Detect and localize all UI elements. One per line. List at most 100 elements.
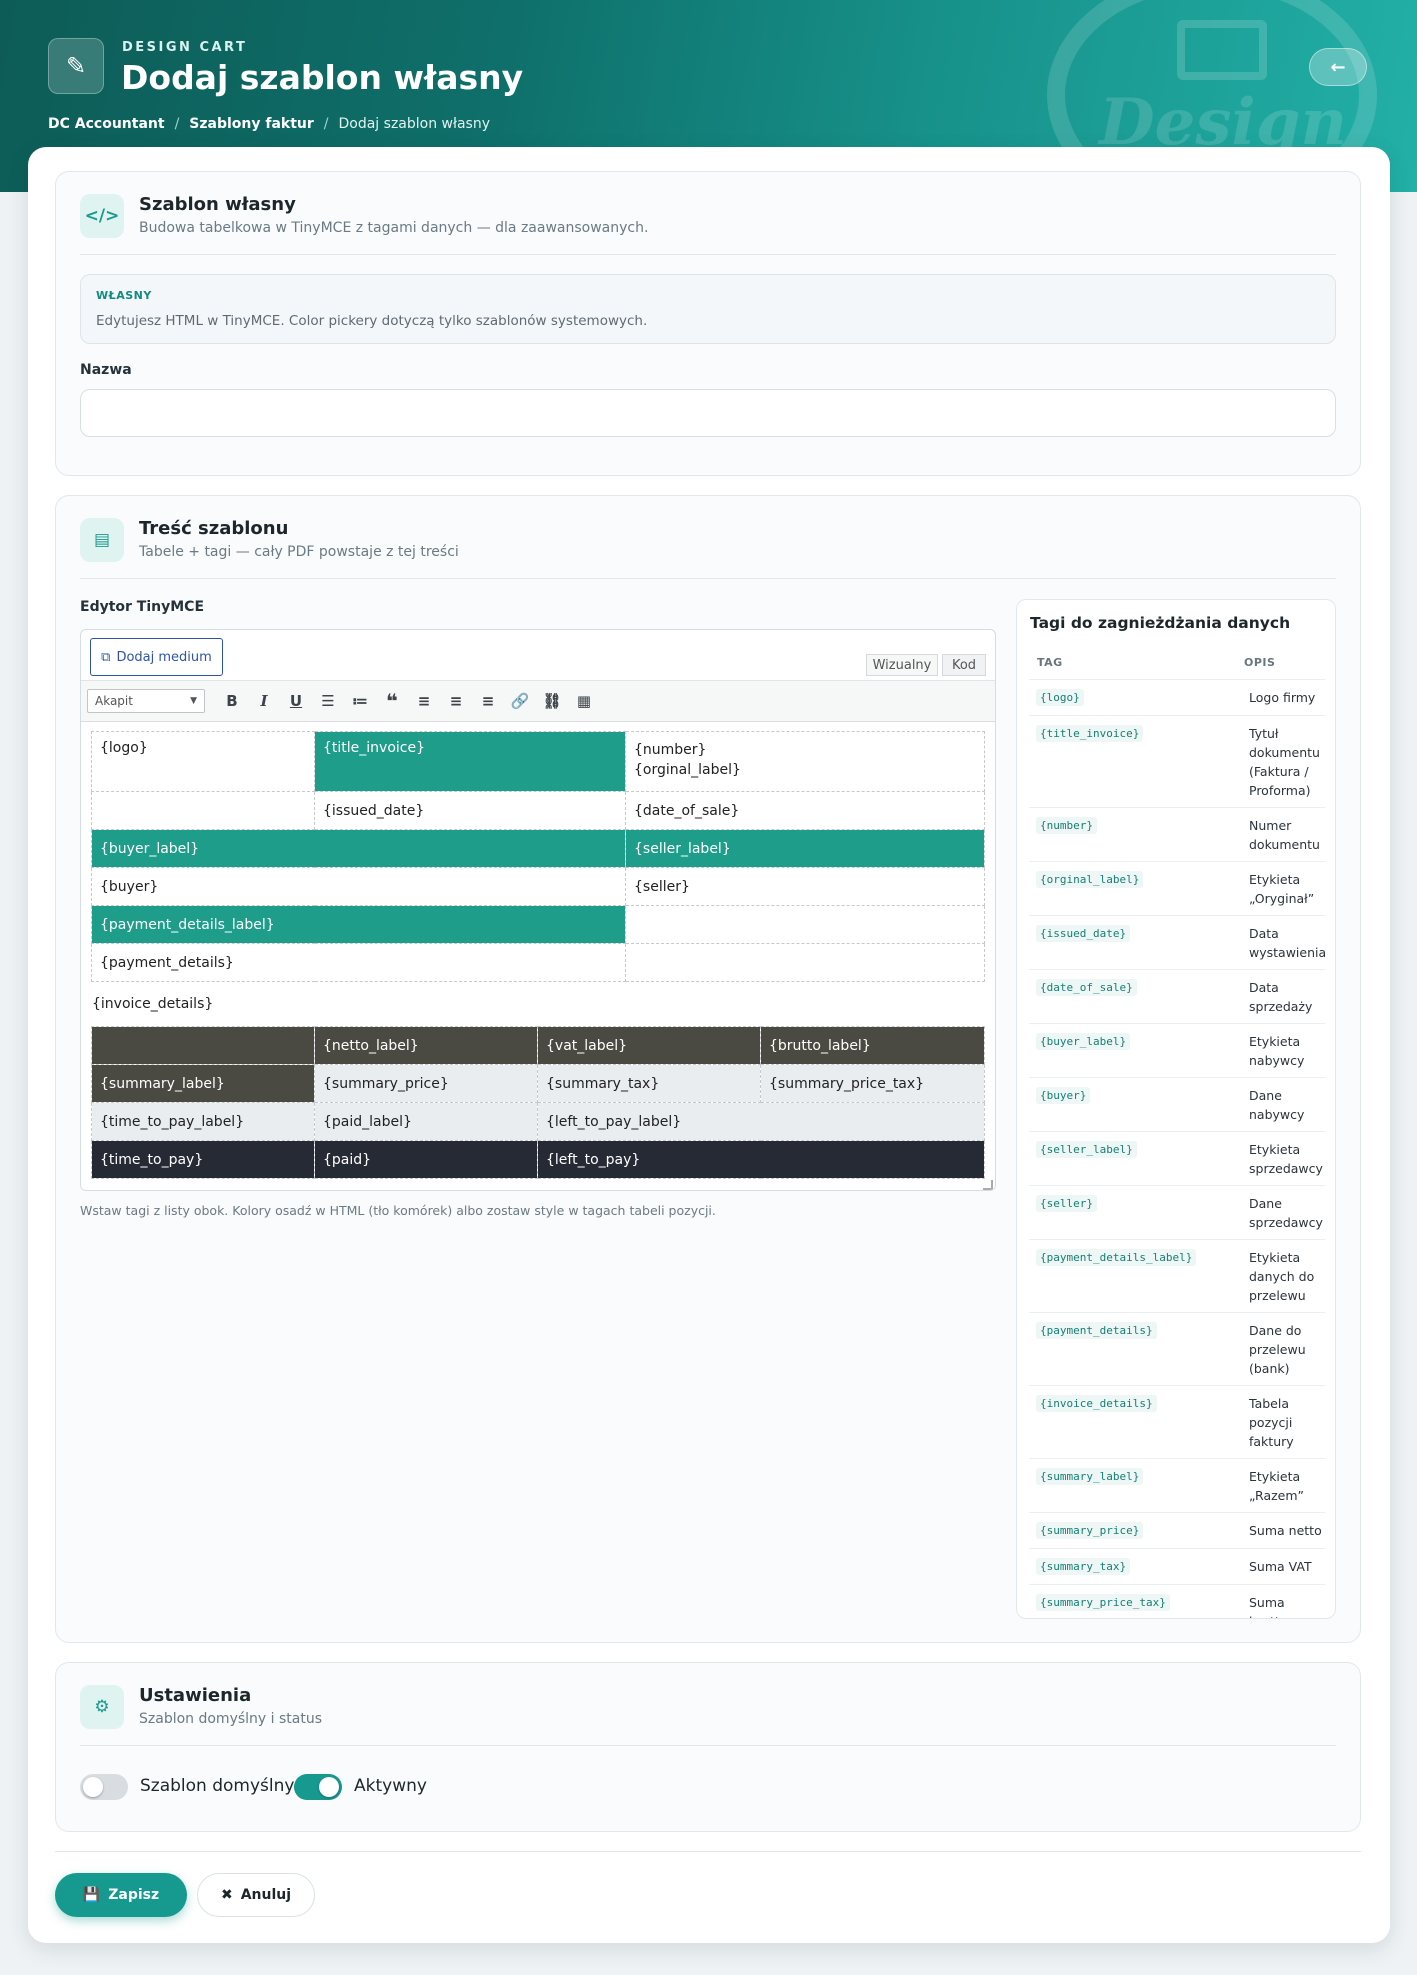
tag-code[interactable]: {summary_price} (1036, 1522, 1144, 1539)
cell-empty[interactable] (625, 905, 985, 944)
cell-seller-label[interactable]: {seller_label} (625, 829, 985, 868)
tag-row[interactable]: {orginal_label} Etykieta „Oryginał” (1029, 861, 1325, 915)
cell-buyer[interactable]: {buyer} (91, 867, 626, 906)
cell-paid-label[interactable]: {paid_label} (314, 1102, 538, 1141)
tag-row[interactable]: {date_of_sale} Data sprzedaży (1029, 969, 1325, 1023)
tag-row[interactable]: {title_invoice} Tytuł dokumentu (Faktura … (1029, 715, 1325, 807)
cell-empty[interactable] (625, 943, 985, 982)
tag-code[interactable]: {seller_label} (1036, 1141, 1137, 1158)
tag-code[interactable]: {logo} (1036, 689, 1084, 706)
breadcrumb-dc-accountant[interactable]: DC Accountant (48, 116, 165, 132)
section-subtitle: Szablon domyślny i status (139, 1711, 323, 1727)
link-icon[interactable]: 🔗 (507, 687, 533, 715)
cell-summary-label[interactable]: {summary_label} (91, 1064, 315, 1103)
invoice-details-tag[interactable]: {invoice_details} (92, 996, 213, 1012)
cell-payment-details[interactable]: {payment_details} (91, 943, 626, 982)
tag-description: Suma VAT (1249, 1559, 1312, 1574)
numbered-list-icon[interactable]: ≔ (347, 687, 373, 715)
tag-code[interactable]: {orginal_label} (1036, 871, 1144, 888)
tag-row[interactable]: {summary_tax} Suma VAT (1029, 1548, 1325, 1584)
underline-icon[interactable]: U (283, 687, 309, 715)
bold-icon[interactable]: B (219, 687, 245, 715)
tag-code[interactable]: {invoice_details} (1036, 1395, 1157, 1412)
blockquote-icon[interactable]: ❝ (379, 687, 405, 715)
tag-code[interactable]: {title_invoice} (1036, 725, 1144, 742)
tag-code[interactable]: {summary_price_tax} (1036, 1594, 1170, 1611)
page-title: Dodaj szablon własny (121, 58, 524, 97)
tag-code[interactable]: {summary_tax} (1036, 1558, 1131, 1575)
tag-code[interactable]: {seller} (1036, 1195, 1097, 1212)
default-template-toggle[interactable] (80, 1774, 128, 1800)
cell-payment-details-label[interactable]: {payment_details_label} (91, 905, 626, 944)
cell-number[interactable]: {number} {orginal_label} (625, 731, 985, 792)
editor-canvas[interactable]: {logo} {title_invoice} {number} {orginal… (81, 723, 995, 1190)
tag-code[interactable]: {buyer_label} (1036, 1033, 1131, 1050)
active-toggle[interactable] (294, 1774, 342, 1800)
tag-description: Etykieta „Razem” (1249, 1469, 1305, 1503)
editor-label: Edytor TinyMCE (80, 599, 205, 615)
back-button[interactable]: ← (1309, 48, 1367, 86)
bullet-list-icon[interactable]: ☰ (315, 687, 341, 715)
tag-row[interactable]: {summary_label} Etykieta „Razem” (1029, 1458, 1325, 1512)
cell-logo[interactable]: {logo} (91, 731, 315, 792)
italic-icon[interactable]: I (251, 687, 277, 715)
cell-summary-price-tax[interactable]: {summary_price_tax} (760, 1064, 985, 1103)
resize-handle[interactable] (983, 1180, 993, 1190)
align-right-icon[interactable]: ≡ (475, 687, 501, 715)
cell-left-to-pay-label[interactable]: {left_to_pay_label} (537, 1102, 985, 1141)
actions-divider (55, 1851, 1361, 1852)
tag-code[interactable]: {payment_details} (1036, 1322, 1157, 1339)
tag-code[interactable]: {issued_date} (1036, 925, 1131, 942)
active-label: Aktywny (354, 1776, 427, 1796)
tag-row[interactable]: {number} Numer dokumentu (1029, 807, 1325, 861)
tag-row[interactable]: {logo} Logo firmy (1029, 679, 1325, 715)
tag-row[interactable]: {summary_price_tax} Suma brutto (1029, 1584, 1325, 1618)
tag-row[interactable]: {seller} Dane sprzedawcy (1029, 1185, 1325, 1239)
tag-row[interactable]: {payment_details_label} Etykieta danych d… (1029, 1239, 1325, 1312)
cell-time-to-pay[interactable]: {time_to_pay} (91, 1140, 315, 1179)
tag-code[interactable]: {number} (1036, 817, 1097, 834)
cell-summary-tax[interactable]: {summary_tax} (537, 1064, 761, 1103)
add-media-button[interactable]: ⧉ Dodaj medium (90, 638, 223, 676)
cell-date-of-sale[interactable]: {date_of_sale} (625, 791, 985, 830)
save-button[interactable]: 💾 Zapisz (55, 1873, 187, 1917)
cell-seller[interactable]: {seller} (625, 867, 985, 906)
tag-code[interactable]: {buyer} (1036, 1087, 1091, 1104)
align-center-icon[interactable]: ≡ (443, 687, 469, 715)
cell-empty[interactable] (91, 791, 315, 830)
cell-summary-price[interactable]: {summary_price} (314, 1064, 538, 1103)
toolbar-toggle-icon[interactable]: ▦ (571, 687, 597, 715)
align-left-icon[interactable]: ≡ (411, 687, 437, 715)
cell-title-invoice[interactable]: {title_invoice} (314, 731, 626, 792)
tag-row[interactable]: {issued_date} Data wystawienia (1029, 915, 1326, 969)
tag-row[interactable]: {payment_details} Dane do przelewu (bank) (1029, 1312, 1325, 1385)
tag-row[interactable]: {invoice_details} Tabela pozycji faktury (1029, 1385, 1325, 1458)
breadcrumb-invoice-templates[interactable]: Szablony faktur (189, 116, 314, 132)
section-title: Szablon własny (139, 194, 296, 215)
format-select[interactable]: Akapit ▼ (87, 689, 205, 713)
cell-buyer-label[interactable]: {buyer_label} (91, 829, 626, 868)
cancel-button[interactable]: ✖ Anuluj (197, 1873, 315, 1917)
cell-netto-label[interactable]: {netto_label} (314, 1026, 538, 1065)
cell-paid[interactable]: {paid} (314, 1140, 538, 1179)
tab-code[interactable]: Kod (942, 654, 986, 676)
unlink-icon[interactable]: ⛓ (539, 687, 565, 715)
cell-brutto-label[interactable]: {brutto_label} (760, 1026, 985, 1065)
cancel-label: Anuluj (240, 1887, 292, 1903)
cell-time-to-pay-label[interactable]: {time_to_pay_label} (91, 1102, 315, 1141)
tag-code[interactable]: {date_of_sale} (1036, 979, 1137, 996)
cell-vat-label[interactable]: {vat_label} (537, 1026, 761, 1065)
tag-row[interactable]: {summary_price} Suma netto (1029, 1512, 1325, 1548)
cell-left-to-pay[interactable]: {left_to_pay} (537, 1140, 985, 1179)
tag-code[interactable]: {payment_details_label} (1036, 1249, 1197, 1266)
tags-table-header: TAG OPIS (1017, 648, 1335, 676)
tag-row[interactable]: {buyer} Dane nabywcy (1029, 1077, 1325, 1131)
tag-row[interactable]: {seller_label} Etykieta sprzedawcy (1029, 1131, 1325, 1185)
tab-visual[interactable]: Wizualny (866, 654, 938, 676)
format-select-value: Akapit (95, 694, 133, 708)
cell-empty[interactable] (91, 1026, 315, 1065)
cell-issued-date[interactable]: {issued_date} (314, 791, 626, 830)
name-input[interactable] (80, 389, 1336, 437)
tag-row[interactable]: {buyer_label} Etykieta nabywcy (1029, 1023, 1325, 1077)
tag-code[interactable]: {summary_label} (1036, 1468, 1144, 1485)
